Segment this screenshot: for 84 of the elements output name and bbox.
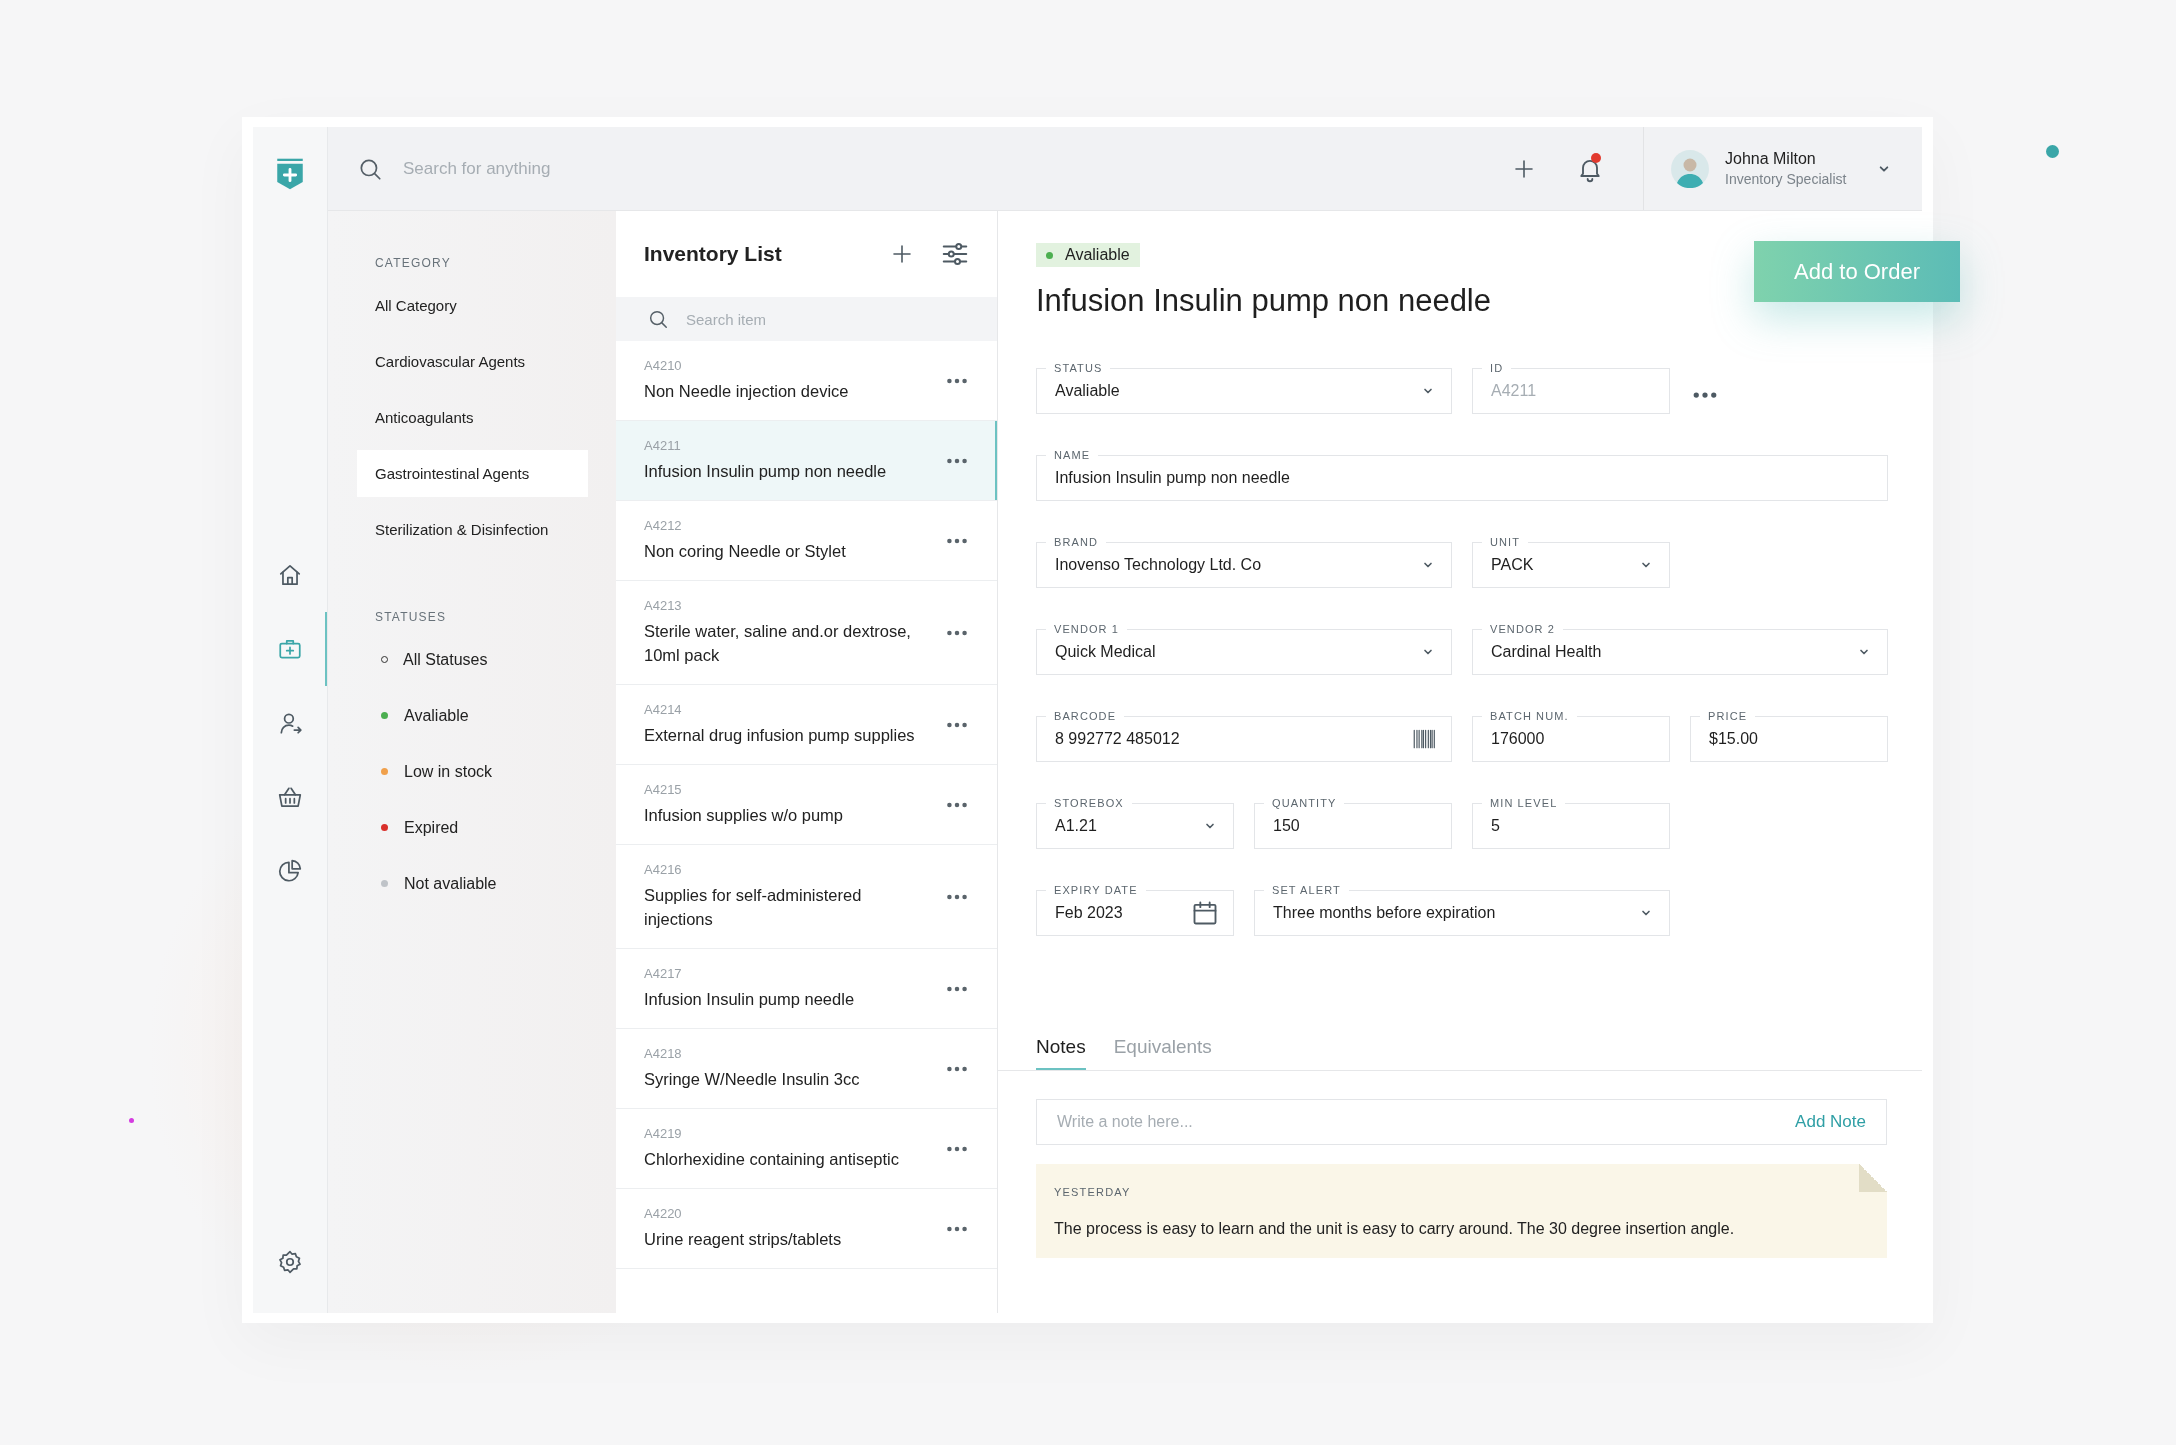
field-label: STATUS bbox=[1046, 361, 1111, 375]
decor-dot bbox=[2046, 145, 2059, 158]
search-field[interactable]: Search item bbox=[616, 297, 997, 341]
home-icon bbox=[277, 562, 303, 588]
sidebar-item[interactable]: Expired bbox=[357, 804, 588, 851]
list-item[interactable]: A4219 Chlorhexidine containing antiseptic bbox=[616, 1109, 997, 1189]
item-code: A4217 bbox=[644, 966, 683, 981]
list-item[interactable]: A4218 Syringe W/Needle Insulin 3cc bbox=[616, 1029, 997, 1109]
calendar-icon[interactable] bbox=[1191, 899, 1219, 927]
list-item[interactable]: A4214 External drug infusion pump supplies bbox=[616, 685, 997, 765]
panel-title: Inventory List bbox=[644, 242, 783, 266]
list-item[interactable]: A4216 Supplies for self-administered injections bbox=[616, 845, 997, 949]
list-item[interactable]: A4215 Infusion supplies w/o pump bbox=[616, 765, 997, 845]
field-label: SET ALERT bbox=[1264, 883, 1349, 897]
sidebar-item[interactable]: Avaliable bbox=[357, 692, 588, 739]
item-name: Infusion Insulin pump needle bbox=[644, 989, 856, 1010]
decor-dot bbox=[129, 1118, 134, 1123]
field-label: VENDOR 1 bbox=[1046, 622, 1128, 636]
item-code: A4213 bbox=[644, 598, 683, 613]
sidebar-item[interactable]: Sterilization & Disinfection bbox=[357, 506, 588, 553]
status-badge: Avaliable bbox=[1036, 243, 1140, 267]
pie-chart-icon bbox=[277, 858, 303, 884]
sidebar-item[interactable]: Cardiovascular Agents bbox=[357, 338, 588, 385]
tab[interactable]: Notes bbox=[1036, 1036, 1086, 1070]
field-label: BRAND bbox=[1046, 535, 1106, 549]
list-item[interactable]: A4211 Infusion Insulin pump non needle bbox=[616, 421, 997, 501]
sidebar-item[interactable]: Not avaliable bbox=[357, 860, 588, 907]
field-label: BARCODE bbox=[1046, 709, 1125, 723]
section-heading: STATUSES bbox=[375, 610, 448, 624]
item-code: A4212 bbox=[644, 518, 683, 533]
list-item[interactable]: A4220 Urine reagent strips/tablets bbox=[616, 1189, 997, 1269]
plus-icon[interactable] bbox=[890, 242, 914, 266]
sidebar-item[interactable]: Anticoagulants bbox=[357, 394, 588, 441]
field-label: STOREBOX bbox=[1046, 796, 1132, 810]
field-label: BATCH NUM. bbox=[1482, 709, 1577, 723]
item-name: Sterile water, saline and.or dextrose, 10ml pack bbox=[644, 621, 912, 666]
list-item[interactable]: A4217 Infusion Insulin pump needle bbox=[616, 949, 997, 1029]
item-name: Non Needle injection device bbox=[644, 381, 850, 402]
status-label: Expired bbox=[404, 818, 459, 837]
item-name: Syringe W/Needle Insulin 3cc bbox=[644, 1069, 861, 1090]
item-code: A4218 bbox=[644, 1046, 683, 1061]
item-code: A4216 bbox=[644, 862, 683, 877]
field-label: EXPIRY DATE bbox=[1046, 883, 1146, 897]
item-title: Infusion Insulin pump non needle bbox=[1036, 283, 1492, 319]
field-label: VENDOR 2 bbox=[1482, 622, 1564, 636]
field-label: UNIT bbox=[1482, 535, 1529, 549]
item-name: External drug infusion pump supplies bbox=[644, 725, 916, 746]
search-field[interactable]: Search for anything bbox=[401, 157, 705, 180]
status-label: All Statuses bbox=[403, 650, 488, 669]
section-heading: CATEGORY bbox=[375, 256, 452, 270]
settings-icon[interactable] bbox=[277, 1249, 303, 1275]
item-name: Infusion supplies w/o pump bbox=[644, 805, 845, 826]
field-label: ID bbox=[1482, 361, 1512, 375]
item-name: Chlorhexidine containing antiseptic bbox=[644, 1149, 900, 1170]
item-name: Infusion Insulin pump non needle bbox=[644, 461, 888, 482]
sidebar-item[interactable]: All Category bbox=[357, 282, 588, 329]
search-input[interactable]: Search item bbox=[684, 296, 997, 342]
sidebar-item[interactable]: All Statuses bbox=[357, 636, 588, 683]
item-name: Supplies for self-administered injections bbox=[644, 885, 863, 930]
item-code: A4214 bbox=[644, 702, 683, 717]
item-code: A4215 bbox=[644, 782, 683, 797]
item-code: A4219 bbox=[644, 1126, 683, 1141]
status-label: Avaliable bbox=[404, 706, 469, 725]
list-item[interactable]: A4213 Sterile water, saline and.or dextrose, 10ml pack bbox=[616, 581, 997, 685]
list-item[interactable]: A4212 Non coring Needle or Stylet bbox=[616, 501, 997, 581]
user-name: Johna Milton bbox=[1725, 150, 1817, 168]
field-label: NAME bbox=[1046, 448, 1099, 462]
status-label: Low in stock bbox=[404, 762, 493, 781]
field-label: QUANTITY bbox=[1264, 796, 1345, 810]
sidebar-item[interactable]: Gastrointestinal Agents bbox=[357, 450, 588, 497]
item-code: A4211 bbox=[644, 438, 682, 453]
avatar bbox=[1671, 149, 1709, 188]
item-code: A4220 bbox=[644, 1206, 683, 1221]
field-label: PRICE bbox=[1700, 709, 1756, 723]
search-icon bbox=[647, 308, 669, 330]
user-role: Inventory Specialist bbox=[1725, 171, 1848, 187]
sidebar-item[interactable]: Low in stock bbox=[357, 748, 588, 795]
field-label: MIN LEVEL bbox=[1482, 796, 1566, 810]
item-name: Urine reagent strips/tablets bbox=[644, 1229, 843, 1250]
note-text: The process is easy to learn and the unit is easy to carry around. The 30 degree insertion angle. bbox=[1054, 1220, 1736, 1238]
item-name: Non coring Needle or Stylet bbox=[644, 541, 847, 562]
note-date: YESTERDAY bbox=[1054, 1186, 1132, 1198]
item-code: A4210 bbox=[644, 358, 683, 373]
status-label: Not avaliable bbox=[404, 874, 497, 893]
